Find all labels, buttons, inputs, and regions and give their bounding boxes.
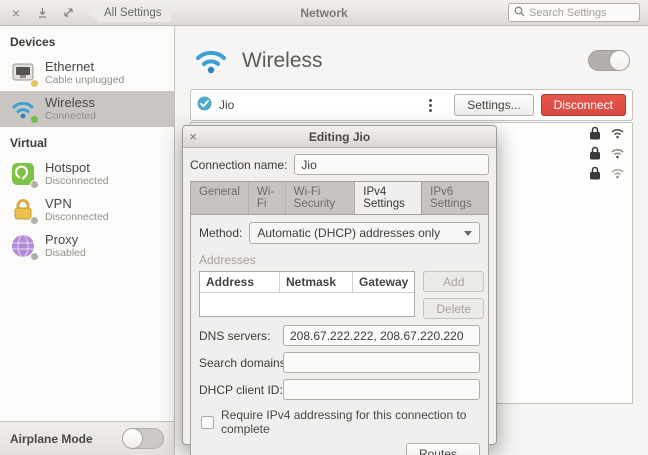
method-value: Automatic (DHCP) addresses only — [257, 226, 440, 240]
proxy-label: Proxy — [45, 233, 86, 247]
hotspot-icon — [10, 161, 36, 187]
sidebar-section-virtual: Virtual — [0, 127, 174, 156]
dns-servers-input[interactable] — [283, 325, 480, 346]
tab-wifi-security[interactable]: Wi-Fi Security — [286, 182, 356, 214]
signal-strength-icon — [610, 147, 625, 159]
lock-icon — [589, 166, 601, 180]
airplane-mode-label: Airplane Mode — [10, 432, 93, 446]
proxy-globe-icon — [10, 233, 36, 259]
vpn-status: Disconnected — [45, 211, 109, 223]
column-header-netmask: Netmask — [280, 272, 353, 292]
column-header-address: Address — [200, 272, 280, 292]
addresses-table[interactable]: Address Netmask Gateway — [199, 271, 415, 317]
settings-button[interactable]: Settings... — [454, 94, 533, 116]
vpn-status-dot — [30, 216, 39, 225]
add-address-button[interactable]: Add — [423, 271, 484, 292]
chevron-down-icon — [464, 231, 472, 236]
connected-check-icon — [197, 96, 212, 114]
tab-ipv4-settings[interactable]: IPv4 Settings — [355, 182, 422, 215]
proxy-status: Disabled — [45, 247, 86, 259]
search-icon — [514, 6, 525, 20]
method-label: Method: — [199, 226, 242, 240]
require-ipv4-checkbox[interactable] — [201, 416, 214, 429]
column-header-gateway: Gateway — [353, 272, 414, 292]
tab-general[interactable]: General — [191, 182, 249, 214]
wireless-status: Connected — [45, 110, 96, 122]
sidebar: Devices Ethernet Cable unplugged Wireles… — [0, 26, 175, 421]
dialog-title: Editing Jio — [183, 130, 496, 144]
sidebar-section-devices: Devices — [0, 26, 174, 55]
search-input[interactable] — [529, 7, 634, 19]
connection-name-row: Connection name: — [190, 154, 489, 175]
sidebar-item-ethernet[interactable]: Ethernet Cable unplugged — [0, 55, 174, 91]
wifi-header-icon — [193, 44, 229, 77]
search-settings-box[interactable] — [508, 3, 640, 22]
connection-name-input[interactable] — [294, 154, 489, 175]
ipv4-settings-panel: Method: Automatic (DHCP) addresses only … — [190, 214, 489, 455]
more-options-icon[interactable] — [421, 95, 440, 116]
wireless-toggle[interactable] — [588, 50, 630, 71]
airplane-mode-bar: Airplane Mode — [0, 421, 175, 455]
all-settings-button[interactable]: All Settings — [88, 3, 172, 22]
dialog-titlebar: × Editing Jio — [183, 126, 496, 148]
wireless-status-dot — [30, 115, 39, 124]
wireless-header: Wireless — [175, 26, 648, 87]
dns-row: DNS servers: — [199, 325, 480, 346]
proxy-status-dot — [30, 252, 39, 261]
routes-button[interactable]: Routes... — [406, 443, 480, 455]
dns-servers-label: DNS servers: — [199, 329, 283, 343]
signal-strength-icon — [610, 167, 625, 179]
vpn-lock-icon — [10, 197, 36, 223]
search-domains-input[interactable] — [283, 352, 480, 373]
settings-tabs: General Wi-Fi Wi-Fi Security IPv4 Settin… — [190, 181, 489, 214]
dhcp-client-id-input[interactable] — [283, 379, 480, 400]
connection-name-label: Connection name: — [190, 158, 287, 172]
lock-icon — [589, 126, 601, 140]
airplane-mode-toggle[interactable] — [122, 428, 164, 449]
dhcp-client-id-row: DHCP client ID: — [199, 379, 480, 400]
disconnect-button[interactable]: Disconnect — [541, 94, 626, 116]
connection-row[interactable]: Jio Settings... Disconnect — [190, 89, 633, 121]
wifi-icon — [10, 96, 36, 122]
dhcp-client-id-label: DHCP client ID: — [199, 383, 283, 397]
search-domains-row: Search domains: — [199, 352, 480, 373]
wireless-label: Wireless — [45, 96, 96, 110]
delete-address-button[interactable]: Delete — [423, 298, 484, 319]
ethernet-icon — [10, 60, 36, 86]
window-maximize-icon[interactable] — [60, 5, 76, 21]
titlebar: × All Settings Network — [0, 0, 648, 26]
addresses-label: Addresses — [199, 253, 480, 267]
method-dropdown[interactable]: Automatic (DHCP) addresses only — [249, 222, 480, 244]
ethernet-status-dot — [30, 79, 39, 88]
sidebar-item-hotspot[interactable]: Hotspot Disconnected — [0, 156, 174, 192]
require-ipv4-label: Require IPv4 addressing for this connect… — [221, 408, 480, 436]
lock-icon — [589, 146, 601, 160]
sidebar-item-vpn[interactable]: VPN Disconnected — [0, 192, 174, 228]
method-row: Method: Automatic (DHCP) addresses only — [199, 222, 480, 244]
ethernet-label: Ethernet — [45, 60, 124, 74]
require-ipv4-row: Require IPv4 addressing for this connect… — [199, 408, 480, 436]
tab-ipv6-settings[interactable]: IPv6 Settings — [422, 182, 488, 214]
addresses-empty-row[interactable] — [200, 293, 414, 316]
search-domains-label: Search domains: — [199, 356, 283, 370]
sidebar-item-proxy[interactable]: Proxy Disabled — [0, 228, 174, 264]
window-close-icon[interactable]: × — [8, 5, 24, 21]
dialog-close-icon[interactable]: × — [183, 129, 203, 144]
hotspot-label: Hotspot — [45, 161, 109, 175]
vpn-label: VPN — [45, 197, 109, 211]
page-title: Wireless — [242, 49, 323, 73]
connection-name: Jio — [219, 98, 234, 112]
hotspot-status-dot — [30, 180, 39, 189]
sidebar-item-wireless[interactable]: Wireless Connected — [0, 91, 174, 127]
hotspot-status: Disconnected — [45, 175, 109, 187]
tab-wifi[interactable]: Wi-Fi — [249, 182, 286, 214]
ethernet-status: Cable unplugged — [45, 74, 124, 86]
editing-connection-dialog: × Editing Jio Connection name: General W… — [182, 125, 497, 445]
window-minimize-icon[interactable] — [34, 5, 50, 21]
signal-strength-icon — [610, 127, 625, 139]
